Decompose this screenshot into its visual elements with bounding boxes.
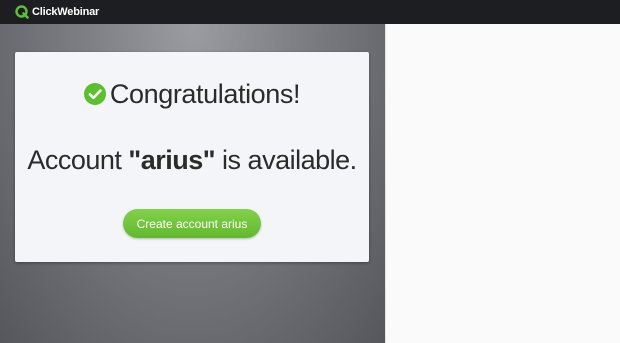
account-name: "arius" [128, 145, 216, 175]
availability-message: Account "arius" is available. [15, 143, 369, 177]
top-navigation-bar: ClickWebinar [0, 0, 620, 24]
check-circle-icon [83, 83, 106, 105]
create-account-button[interactable]: Create account arius [123, 209, 261, 238]
brand-name: ClickWebinar [32, 6, 100, 18]
congratulations-heading: Congratulations! [15, 78, 369, 110]
brand-logo[interactable]: ClickWebinar [15, 5, 99, 19]
message-prefix: Account [27, 145, 129, 175]
right-blank-panel [385, 24, 620, 343]
message-suffix: is available. [215, 145, 357, 175]
heading-text: Congratulations! [109, 79, 301, 109]
clickwebinar-logo-icon [15, 5, 29, 19]
